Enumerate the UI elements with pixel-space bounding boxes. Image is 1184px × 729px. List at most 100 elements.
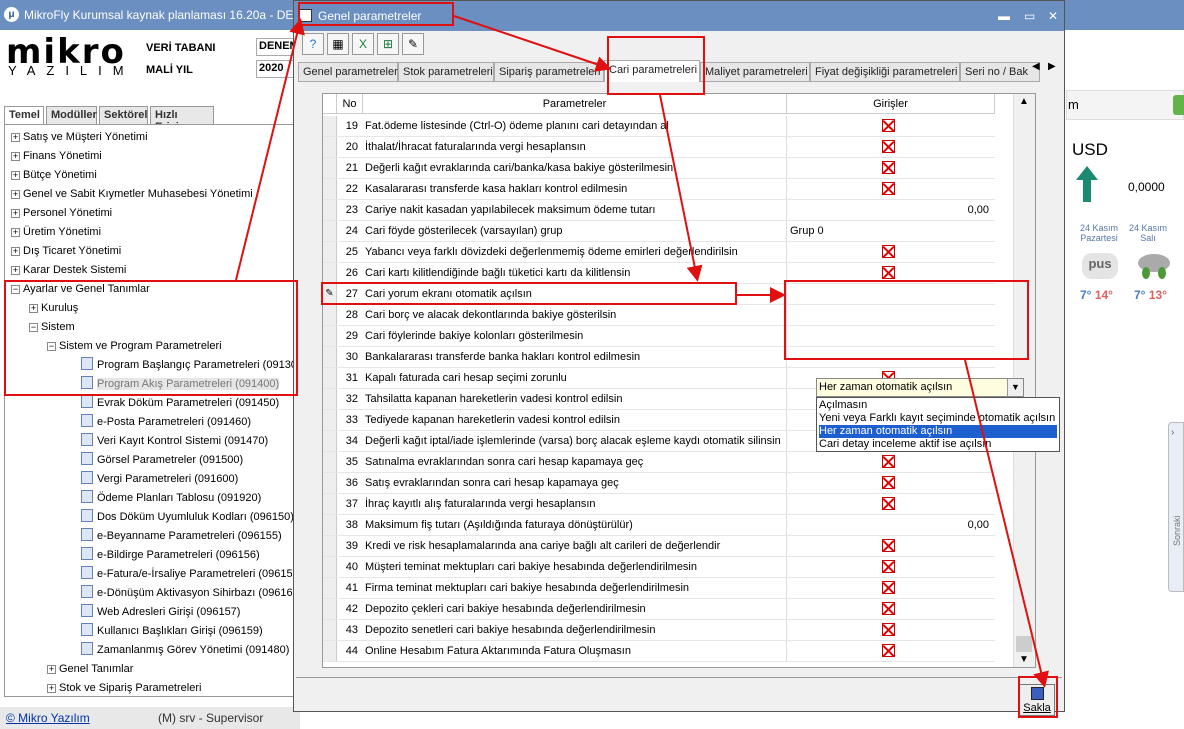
tree-item[interactable]: + Personel Yönetimi	[11, 204, 112, 223]
grid-row[interactable]: 23 Cariye nakit kasadan yapılabilecek mak…	[323, 200, 995, 221]
tree-item[interactable]: − Ayarlar ve Genel Tanımlar	[11, 280, 150, 299]
grid-row[interactable]: 40 Müşteri teminat mektupları cari bakiye…	[323, 557, 995, 578]
tab-1[interactable]: Stok parametreleri	[398, 62, 494, 82]
tree-item[interactable]: Program Başlangıç Parametreleri (091300)	[81, 356, 295, 375]
expand-icon[interactable]: +	[11, 171, 20, 180]
tree-item[interactable]: + Genel Tanımlar	[47, 660, 133, 679]
row-input[interactable]	[786, 137, 995, 157]
left-tab-0[interactable]: Temel	[4, 106, 44, 126]
tree-item[interactable]: Zamanlanmış Görev Yönetimi (091480)	[81, 641, 289, 660]
next-side-panel[interactable]: › Sonraki	[1168, 422, 1184, 592]
grid-row[interactable]: 20 İthalat/İhracat faturalarında vergi he…	[323, 137, 995, 158]
expand-icon[interactable]: +	[47, 665, 56, 674]
tree-item[interactable]: e-Bildirge Parametreleri (096156)	[81, 546, 260, 565]
expand-icon[interactable]: +	[11, 209, 20, 218]
tree-item[interactable]: e-Dönüşüm Aktivasyon Sihirbazı (096160)	[81, 584, 295, 603]
unchecked-x-icon[interactable]	[882, 476, 895, 489]
tree-item[interactable]: − Sistem	[29, 318, 75, 337]
left-tab-2[interactable]: Sektörel	[99, 106, 148, 125]
row-input[interactable]	[786, 326, 995, 346]
dropdown-option[interactable]: Açılmasın	[819, 399, 1057, 412]
mikro-link[interactable]: © Mikro Yazılım	[6, 711, 90, 725]
unchecked-x-icon[interactable]	[882, 140, 895, 153]
tree-item[interactable]: Ödeme Planları Tablosu (091920)	[81, 489, 261, 508]
unchecked-x-icon[interactable]	[882, 602, 895, 615]
unchecked-x-icon[interactable]	[882, 455, 895, 468]
comment-screen-dropdown[interactable]: Her zaman otomatik açılsın ▼	[816, 378, 1024, 397]
left-tab-1[interactable]: Modüller	[46, 106, 97, 125]
unchecked-x-icon[interactable]	[882, 497, 895, 510]
grid-row[interactable]: 28 Cari borç ve alacak dekontlarında baki…	[323, 305, 995, 326]
grid-row[interactable]: 39 Kredi ve risk hesaplamalarında ana car…	[323, 536, 995, 557]
unchecked-x-icon[interactable]	[882, 623, 895, 636]
help-icon[interactable]: ?	[302, 33, 324, 55]
tree-item[interactable]: Görsel Parametreler (091500)	[81, 451, 243, 470]
dropdown-option[interactable]: Her zaman otomatik açılsın	[819, 425, 1057, 438]
grid-row[interactable]: 29 Cari föylerinde bakiye kolonları göste…	[323, 326, 995, 347]
expand-icon[interactable]: +	[47, 684, 56, 693]
scroll-down-icon[interactable]: ▼	[1019, 654, 1029, 665]
grid-row[interactable]: 44 Online Hesabım Fatura Aktarımında Fatu…	[323, 641, 995, 662]
row-input[interactable]	[786, 242, 995, 262]
green-icon[interactable]	[1173, 95, 1184, 115]
close-icon[interactable]: ✕	[1048, 9, 1058, 23]
tree-item[interactable]: + Finans Yönetimi	[11, 147, 102, 166]
row-input[interactable]	[786, 494, 995, 514]
tree-item[interactable]: e-Posta Parametreleri (091460)	[81, 413, 251, 432]
grid-row[interactable]: 38 Maksimum fiş tutarı (Aşıldığında fatur…	[323, 515, 995, 536]
grid-row[interactable]: 36 Satış evraklarından sonra cari hesap k…	[323, 473, 995, 494]
tab-0[interactable]: Genel parametreler	[298, 62, 398, 82]
row-input[interactable]	[786, 599, 995, 619]
tree-item[interactable]: + Stok ve Sipariş Parametreleri	[47, 679, 201, 696]
tree-item[interactable]: + Bütçe Yönetimi	[11, 166, 97, 185]
unchecked-x-icon[interactable]	[882, 539, 895, 552]
collapse-icon[interactable]: −	[29, 323, 38, 332]
row-input[interactable]	[786, 284, 995, 304]
tree-item[interactable]: Veri Kayıt Kontrol Sistemi (091470)	[81, 432, 268, 451]
unchecked-x-icon[interactable]	[882, 560, 895, 573]
expand-icon[interactable]: +	[11, 152, 20, 161]
grid-row[interactable]: 37 İhraç kayıtlı alış faturalarında vergi…	[323, 494, 995, 515]
calculator-icon[interactable]: ▦	[327, 33, 349, 55]
row-input[interactable]	[786, 473, 995, 493]
row-input[interactable]	[786, 305, 995, 325]
tree-item[interactable]: Dos Döküm Uyumluluk Kodları (096150)	[81, 508, 294, 527]
dropdown-option[interactable]: Yeni veya Farklı kayıt seçiminde otomati…	[819, 412, 1057, 425]
expand-icon[interactable]: +	[11, 190, 20, 199]
row-input[interactable]	[786, 557, 995, 577]
row-input[interactable]	[786, 536, 995, 556]
tab-2[interactable]: Sipariş parametreleri	[494, 62, 604, 82]
collapse-icon[interactable]: −	[47, 342, 56, 351]
grid-row[interactable]: 22 Kasalararası transferde kasa hakları k…	[323, 179, 995, 200]
row-input[interactable]	[786, 116, 995, 136]
row-input[interactable]	[786, 620, 995, 640]
maximize-icon[interactable]: ▭	[1024, 9, 1035, 23]
tree-item[interactable]: + Dış Ticaret Yönetimi	[11, 242, 121, 261]
tree-item[interactable]: Program Akış Parametreleri (091400)	[81, 375, 280, 394]
tree-item[interactable]: Evrak Döküm Parametreleri (091450)	[81, 394, 279, 413]
tree-item[interactable]: e-Beyanname Parametreleri (096155)	[81, 527, 282, 546]
tree-item[interactable]: + Üretim Yönetimi	[11, 223, 101, 242]
tree-item[interactable]: e-Fatura/e-İrsaliye Parametreleri (09615…	[81, 565, 295, 584]
collapse-icon[interactable]: −	[11, 285, 20, 294]
row-input[interactable]	[786, 179, 995, 199]
grid-row[interactable]: ✎ 27 Cari yorum ekranı otomatik açılsın	[323, 284, 995, 305]
edit-icon[interactable]: ✎	[402, 33, 424, 55]
tree-item[interactable]: + Karar Destek Sistemi	[11, 261, 126, 280]
tree-item[interactable]: + Genel ve Sabit Kıymetler Muhasebesi Yön…	[11, 185, 253, 204]
unchecked-x-icon[interactable]	[882, 644, 895, 657]
expand-icon[interactable]: +	[29, 304, 38, 313]
row-input[interactable]	[786, 452, 995, 472]
grid-row[interactable]: 21 Değerli kağıt evraklarında cari/banka/…	[323, 158, 995, 179]
save-button[interactable]: Sakla	[1019, 684, 1055, 716]
tree-item[interactable]: Web Adresleri Girişi (096157)	[81, 603, 240, 622]
unchecked-x-icon[interactable]	[882, 119, 895, 132]
row-input[interactable]: 0,00	[786, 200, 995, 220]
grid-row[interactable]: 41 Firma teminat mektupları cari bakiye h…	[323, 578, 995, 599]
unchecked-x-icon[interactable]	[882, 581, 895, 594]
unchecked-x-icon[interactable]	[882, 161, 895, 174]
dropdown-option[interactable]: Cari detay inceleme aktif ise açılsın	[819, 438, 1057, 451]
tab-scroll-left-icon[interactable]: ◀	[1032, 61, 1040, 72]
expand-icon[interactable]: +	[11, 133, 20, 142]
row-input[interactable]	[786, 578, 995, 598]
